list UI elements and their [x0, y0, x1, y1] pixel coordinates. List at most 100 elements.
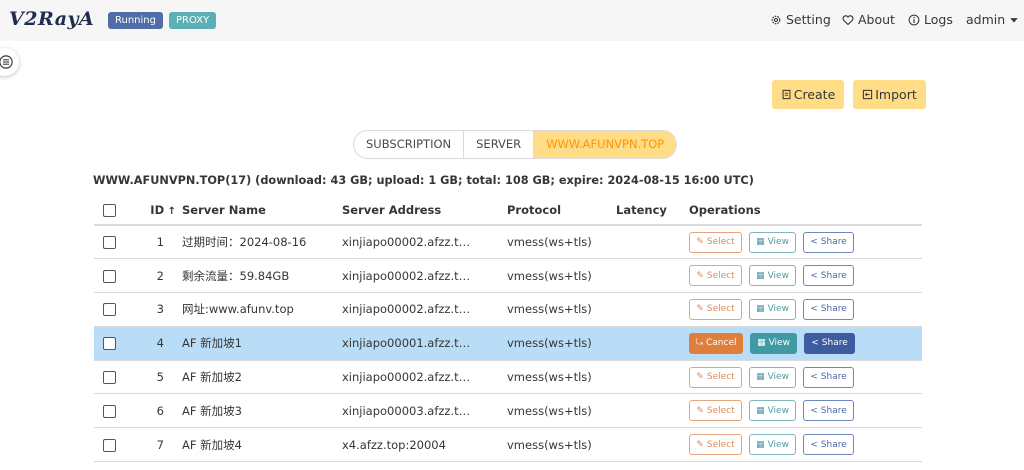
row-latency [616, 360, 689, 395]
view-button[interactable]: ▦ View [750, 332, 797, 354]
table-row[interactable]: 1 过期时间：2024-08-16 xinjiapo00002.afzz.t… … [94, 225, 922, 260]
share-icon: < [811, 338, 819, 349]
document-add-icon [782, 89, 791, 100]
row-protocol: vmess(ws+tls) [507, 258, 616, 294]
share-button[interactable]: < Share [803, 298, 854, 320]
create-button[interactable]: Create [772, 80, 844, 109]
share-icon: < [810, 372, 818, 383]
subscription-summary: WWW.AFUNVPN.TOP(17) (download: 43 GB; up… [93, 174, 754, 187]
row-id: 5 [140, 360, 182, 395]
table-row[interactable]: 2 剩余流量：59.84GB xinjiapo00002.afzz.t… vme… [94, 258, 922, 294]
user-menu[interactable]: admin [966, 12, 1019, 27]
share-button[interactable]: < Share [803, 265, 854, 287]
view-button[interactable]: ▦ View [749, 434, 796, 456]
row-server-name: 网址:www.afunv.top [182, 292, 342, 327]
row-id: 7 [140, 427, 182, 463]
row-server-name: 剩余流量：59.84GB [182, 258, 342, 294]
create-button-label: Create [793, 87, 836, 102]
row-server-name: 过期时间：2024-08-16 [182, 225, 342, 260]
view-button[interactable]: ▦ View [749, 400, 796, 422]
import-button-label: Import [875, 87, 917, 102]
qrcode-icon: ▦ [756, 372, 765, 383]
pencil-icon: ✎ [696, 405, 704, 416]
nav-logs[interactable]: Logs [908, 12, 953, 27]
qrcode-icon: ▦ [757, 338, 766, 349]
share-button[interactable]: < Share [804, 332, 855, 354]
app-logo[interactable]: V2RayA [9, 8, 94, 30]
server-table: ID ↑ Server Name Server Address Protocol… [94, 196, 922, 463]
col-server-address: Server Address [342, 196, 507, 226]
share-icon: < [810, 439, 818, 450]
status-running-badge: Running [108, 12, 163, 29]
row-checkbox[interactable] [103, 269, 116, 283]
row-protocol: vmess(ws+tls) [507, 393, 616, 429]
row-server-address: xinjiapo00002.afzz.t… [342, 258, 507, 294]
row-checkbox[interactable] [103, 303, 116, 317]
row-protocol: vmess(ws+tls) [507, 292, 616, 327]
select-button[interactable]: ✎ Select [689, 265, 742, 287]
server-tabs: SUBSCRIPTION SERVER WWW.AFUNVPN.TOP [353, 130, 678, 159]
qrcode-icon: ▦ [756, 439, 765, 450]
row-operations: ✎ Select ▦ View < Share [689, 265, 922, 287]
row-server-name: AF 新加坡1 [182, 326, 342, 361]
row-checkbox[interactable] [103, 438, 116, 452]
share-button[interactable]: < Share [803, 231, 854, 253]
tab-subscription[interactable]: SUBSCRIPTION [354, 131, 465, 158]
row-checkbox[interactable] [103, 236, 116, 250]
import-button[interactable]: Import [853, 80, 926, 109]
select-button[interactable]: ✎ Select [689, 400, 742, 422]
col-id[interactable]: ID ↑ [140, 196, 182, 226]
table-row[interactable]: 6 AF 新加坡3 xinjiapo00003.afzz.t… vmess(ws… [94, 393, 922, 429]
sidebar-toggle-button[interactable] [0, 48, 19, 76]
row-server-name: AF 新加坡4 [182, 427, 342, 463]
row-latency [616, 292, 689, 327]
row-operations: ✎ Select ▦ View < Share [689, 231, 922, 253]
status-proxy-badge: PROXY [169, 12, 217, 29]
row-latency [616, 427, 689, 463]
row-server-address: xinjiapo00001.afzz.t… [342, 326, 507, 361]
select-button[interactable]: ✎ Select [689, 434, 742, 456]
import-icon [863, 89, 873, 100]
view-button[interactable]: ▦ View [749, 231, 796, 253]
col-protocol: Protocol [507, 196, 616, 226]
tab-afunvpn[interactable]: WWW.AFUNVPN.TOP [534, 131, 677, 158]
select-button[interactable]: ✎ Select [689, 298, 742, 320]
row-checkbox[interactable] [103, 371, 116, 385]
row-latency [616, 225, 689, 260]
select-button[interactable]: ✎ Select [689, 366, 742, 388]
table-row[interactable]: 4 AF 新加坡1 xinjiapo00001.afzz.t… vmess(ws… [94, 326, 922, 361]
row-operations: ✎ Select ▦ View < Share [689, 298, 922, 320]
share-button[interactable]: < Share [803, 434, 854, 456]
row-operations: ⤿ Cancel ▦ View < Share [689, 332, 922, 354]
gear-icon [771, 15, 781, 24]
table-row[interactable]: 5 AF 新加坡2 xinjiapo00002.afzz.t… vmess(ws… [94, 360, 922, 395]
row-latency [616, 258, 689, 294]
row-checkbox[interactable] [103, 404, 116, 418]
tab-server[interactable]: SERVER [464, 131, 535, 158]
row-checkbox[interactable] [103, 337, 116, 351]
table-row[interactable]: 7 AF 新加坡4 x4.afzz.top:20004 vmess(ws+tls… [94, 427, 922, 463]
select-all-checkbox[interactable] [103, 204, 116, 217]
select-button[interactable]: ✎ Select [689, 231, 742, 253]
share-button[interactable]: < Share [803, 366, 854, 388]
view-button[interactable]: ▦ View [749, 298, 796, 320]
qrcode-icon: ▦ [756, 405, 765, 416]
col-server-name: Server Name [182, 196, 342, 226]
cancel-button[interactable]: ⤿ Cancel [689, 332, 743, 354]
share-button[interactable]: < Share [803, 400, 854, 422]
nav-logs-label: Logs [924, 12, 953, 27]
table-row[interactable]: 3 网址:www.afunv.top xinjiapo00002.afzz.t…… [94, 292, 922, 327]
row-server-name: AF 新加坡2 [182, 360, 342, 395]
view-button[interactable]: ▦ View [749, 366, 796, 388]
row-latency [616, 326, 689, 361]
view-button[interactable]: ▦ View [749, 265, 796, 287]
qrcode-icon: ▦ [756, 270, 765, 281]
nav-setting-label: Setting [786, 12, 831, 27]
row-server-address: xinjiapo00002.afzz.t… [342, 360, 507, 395]
share-icon: < [810, 405, 818, 416]
info-icon [908, 14, 920, 25]
list-icon [0, 55, 13, 69]
row-server-address: xinjiapo00003.afzz.t… [342, 393, 507, 429]
nav-setting[interactable]: Setting [770, 12, 831, 27]
nav-about[interactable]: About [842, 12, 895, 27]
